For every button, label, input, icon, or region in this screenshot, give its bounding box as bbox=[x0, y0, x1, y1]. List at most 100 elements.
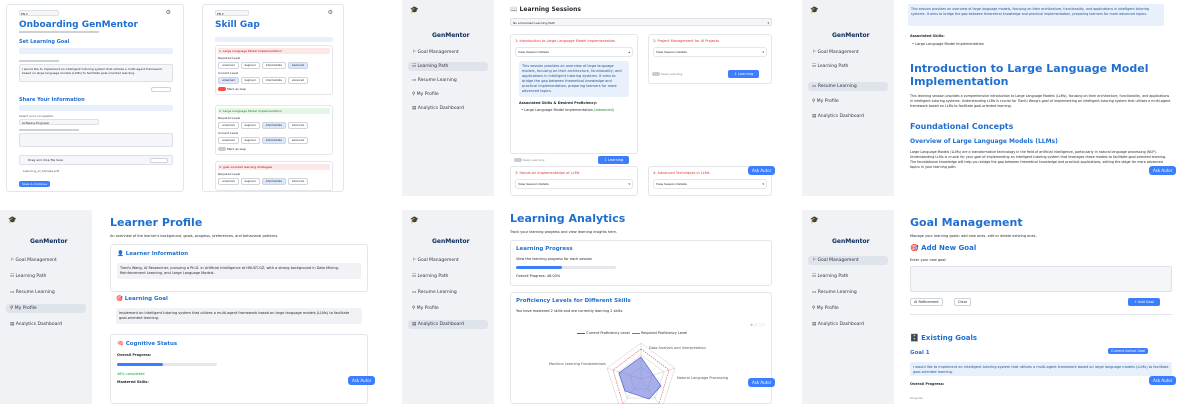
level-option[interactable]: beginner bbox=[240, 137, 260, 144]
sidebar-item-goal[interactable]: ⚐ Goal Management bbox=[408, 48, 488, 57]
level-option-selected[interactable]: advanced bbox=[287, 62, 309, 69]
sidebar-item-path[interactable]: ☷ Learning Path bbox=[408, 62, 488, 71]
sidebar-item-analytics[interactable]: ▤ Analytics Dashboard bbox=[808, 112, 888, 121]
required-levels[interactable]: unlearned beginner intermediate advanced bbox=[218, 122, 330, 129]
gap-toggle[interactable]: Mark as Gap bbox=[218, 147, 330, 151]
sidebar-item-resume[interactable]: ▭ Resume Learning bbox=[408, 288, 488, 297]
required-levels[interactable]: unlearned beginner intermediate advanced bbox=[218, 62, 330, 69]
language-select[interactable]: EN ▾ bbox=[215, 10, 249, 16]
sidebar-item-goal[interactable]: ⚐ Goal Management bbox=[808, 48, 888, 57]
sidebar-item-profile[interactable]: ⚲ My Profile bbox=[408, 90, 488, 99]
add-goal-button[interactable]: + Add Goal bbox=[1128, 298, 1160, 306]
current-levels[interactable]: unlearned beginner intermediate advanced bbox=[218, 77, 330, 84]
level-option-selected[interactable]: intermediate bbox=[261, 178, 286, 185]
sidebar-item-goal[interactable]: ⚐ Goal Management bbox=[6, 256, 86, 265]
cognitive-heading: 🧠 Cognitive Status bbox=[117, 341, 178, 347]
level-option[interactable]: intermediate bbox=[261, 62, 286, 69]
sidebar-item-path[interactable]: ☷ Learning Path bbox=[408, 272, 488, 281]
cognitive-card: 🧠 Cognitive Status Overall Progress: 46%… bbox=[110, 334, 368, 404]
ask-autor-button[interactable]: Ask Autor bbox=[1149, 166, 1177, 175]
sidebar-item-path[interactable]: ☷ Learning Path bbox=[6, 272, 86, 281]
sidebar-item-analytics[interactable]: ▤ Analytics Dashboard bbox=[808, 320, 888, 329]
sidebar-item-profile[interactable]: ⚲ My Profile bbox=[6, 304, 86, 313]
sidebar-item-analytics[interactable]: ▤ Analytics Dashboard bbox=[408, 320, 488, 329]
goal-textarea[interactable]: I would like to implement an intelligent… bbox=[19, 64, 173, 82]
level-option-selected[interactable]: intermediate bbox=[261, 137, 286, 144]
refine-button[interactable] bbox=[151, 87, 171, 92]
language-select[interactable]: EN ▾ bbox=[19, 10, 59, 16]
app-icon: 🎓 bbox=[810, 6, 819, 14]
path-select[interactable]: No scheduled Learning Path ▾ bbox=[510, 18, 772, 26]
level-option[interactable]: advanced bbox=[287, 137, 309, 144]
keep-toggle[interactable]: Keep Learning bbox=[514, 158, 544, 162]
section-title: 📖 Learning Sessions bbox=[510, 6, 581, 13]
occupation-label: Select your occupation bbox=[19, 114, 54, 118]
ask-autor-button[interactable]: Ask Autor bbox=[1149, 376, 1177, 385]
sidebar-item-resume[interactable]: ▭ Resume Learning bbox=[408, 76, 488, 85]
app-logo: GenMentor bbox=[432, 238, 470, 245]
level-option[interactable]: unlearned bbox=[218, 178, 239, 185]
level-option[interactable]: beginner bbox=[240, 62, 260, 69]
sidebar-item-profile[interactable]: ⚲ My Profile bbox=[808, 304, 888, 313]
chart-toolbar[interactable]: ⊕ ⤢ ⬚ ⛶ bbox=[750, 323, 765, 327]
level-option[interactable]: advanced bbox=[287, 77, 309, 84]
panel-resume-learning: 🎓 GenMentor ⚐ Goal Management ☷ Learning… bbox=[802, 0, 1181, 196]
level-option[interactable]: beginner bbox=[240, 178, 260, 185]
divider bbox=[910, 314, 1172, 315]
current-levels[interactable]: unlearned beginner intermediate advanced bbox=[218, 137, 330, 144]
ask-autor-button[interactable]: Ask Autor bbox=[748, 166, 776, 175]
level-option-selected[interactable]: intermediate bbox=[261, 122, 286, 129]
learning-button[interactable]: ⇩ Learning bbox=[728, 70, 760, 78]
level-option[interactable]: advanced bbox=[287, 178, 309, 185]
progress-card: Learning Progress View the learning prog… bbox=[510, 240, 772, 286]
new-goal-textarea[interactable] bbox=[910, 266, 1172, 292]
occupation-select[interactable]: Software Engineer bbox=[19, 119, 99, 125]
view-details-expander[interactable]: View Session Details ▾ bbox=[515, 179, 633, 189]
browse-button[interactable] bbox=[150, 158, 168, 163]
upload-dropzone[interactable]: Drag and drop file here bbox=[19, 155, 173, 165]
view-details-expander[interactable]: View Session Details ▾ bbox=[653, 47, 767, 57]
level-option[interactable]: intermediate bbox=[261, 77, 286, 84]
gap-toggle[interactable]: Mark as Gap bbox=[218, 87, 330, 91]
required-label: Required Level bbox=[218, 56, 241, 60]
goal-hint bbox=[19, 48, 173, 54]
view-details-expander[interactable]: View Session Details ▾ bbox=[653, 179, 767, 189]
ai-refinement-button[interactable]: AI Refinement bbox=[910, 298, 943, 306]
learning-button[interactable]: ⇩ Learning bbox=[598, 156, 630, 164]
sidebar-item-analytics[interactable]: ▤ Analytics Dashboard bbox=[6, 320, 86, 329]
level-option[interactable]: unlearned bbox=[218, 62, 239, 69]
sidebar: 🎓 GenMentor ⚐ Goal Management ☷ Learning… bbox=[802, 0, 894, 196]
sidebar-item-analytics[interactable]: ▤ Analytics Dashboard bbox=[408, 104, 488, 113]
level-option[interactable]: unlearned bbox=[218, 137, 239, 144]
level-option[interactable]: unlearned bbox=[218, 122, 239, 129]
ask-autor-button[interactable]: Ask Autor bbox=[348, 376, 376, 385]
current-active-goal-button[interactable]: Current Active Goal bbox=[1108, 348, 1149, 354]
required-levels[interactable]: unlearned beginner intermediate advanced bbox=[218, 178, 330, 185]
sidebar-item-resume[interactable]: ▭ Resume Learning bbox=[6, 288, 86, 297]
settings-icon[interactable]: ⚙ bbox=[166, 9, 171, 16]
keep-toggle[interactable]: Keep Learning bbox=[652, 72, 682, 76]
ask-autor-button[interactable]: Ask Autor bbox=[748, 378, 776, 387]
sidebar-item-resume[interactable]: ▭ Resume Learning bbox=[808, 288, 888, 297]
info-textarea[interactable] bbox=[19, 133, 173, 147]
sidebar-item-path[interactable]: ☷ Learning Path bbox=[808, 62, 888, 71]
panel-goal-management: 🎓 GenMentor ⚐ Goal Management ☷ Learning… bbox=[802, 210, 1181, 404]
sidebar-item-goal[interactable]: ⚐ Goal Management bbox=[808, 256, 888, 265]
sidebar-item-profile[interactable]: ⚲ My Profile bbox=[808, 97, 888, 106]
level-option[interactable]: advanced bbox=[287, 122, 309, 129]
sidebar-item-profile[interactable]: ⚲ My Profile bbox=[408, 304, 488, 313]
level-option[interactable]: beginner bbox=[240, 77, 260, 84]
session-title: 1: Introduction to Large Language Model … bbox=[515, 39, 616, 43]
view-details-expander[interactable]: View Session Details ▴ bbox=[515, 47, 633, 57]
level-option[interactable]: beginner bbox=[240, 122, 260, 129]
goal-1-title: Goal 1 bbox=[910, 350, 930, 356]
sidebar-item-path[interactable]: ☷ Learning Path bbox=[808, 272, 888, 281]
sidebar-item-goal[interactable]: ⚐ Goal Management bbox=[408, 256, 488, 265]
assoc-heading: Associated Skills: bbox=[910, 34, 945, 38]
sidebar-item-resume[interactable]: ▭ Resume Learning bbox=[808, 82, 888, 91]
settings-icon[interactable]: ⚙ bbox=[328, 9, 333, 16]
level-option-selected[interactable]: unlearned bbox=[218, 77, 239, 84]
info-card: 👤 Learner Information Tianfu Wang, AI Re… bbox=[110, 244, 368, 292]
clear-button[interactable]: Clear bbox=[954, 298, 972, 306]
save-button[interactable]: Save & Continue bbox=[19, 181, 51, 187]
